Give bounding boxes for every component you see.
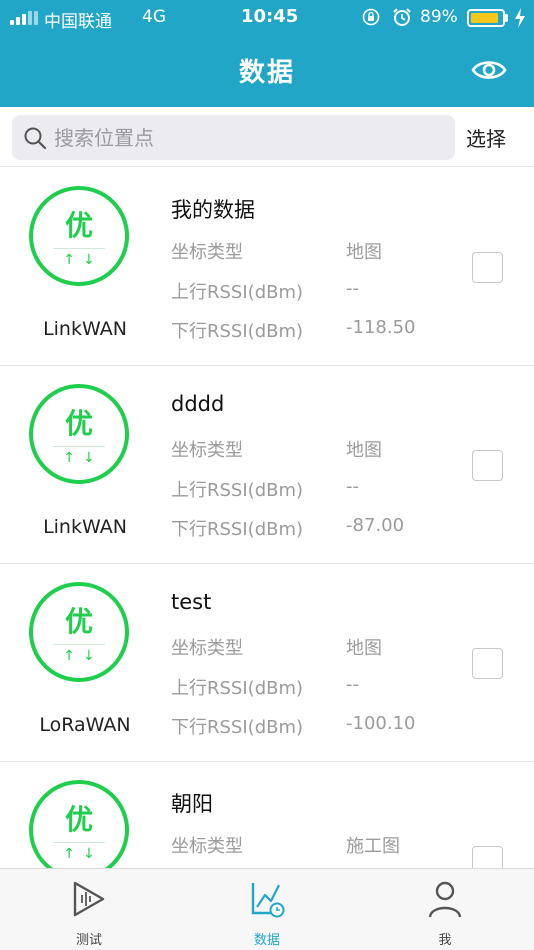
search-icon [24,127,47,150]
coord-type-label: 坐标类型 [171,836,243,857]
person-icon [428,881,462,918]
app-header: 中国联通 4G 10:45 89% 数据 [0,0,534,107]
carrier-name: 中国联通 [44,12,112,32]
item-name: dddd [171,392,225,416]
status-time: 10:45 [241,6,299,27]
up-down-arrow-icon: ↑↓ [63,648,103,664]
signal-grade-ring: 优 ↑↓ [29,186,129,286]
downlink-rssi-label: 下行RSSI(dBm) [171,519,304,540]
tab-label: 数据 [253,933,280,948]
uplink-rssi-label: 上行RSSI(dBm) [171,678,304,699]
status-bar: 中国联通 4G 10:45 89% [0,0,534,36]
coord-type-value: 地图 [346,638,382,659]
battery-percent: 89% [420,7,458,27]
downlink-rssi-label: 下行RSSI(dBm) [171,717,304,738]
item-name: 我的数据 [171,198,255,222]
uplink-rssi-label: 上行RSSI(dBm) [171,480,304,501]
up-down-arrow-icon: ↑↓ [63,846,103,862]
grade-label: 优 [64,407,93,440]
network-type: 4G [142,7,166,27]
coord-type-label: 坐标类型 [171,638,243,659]
charging-bolt-icon [515,8,525,28]
tab-test[interactable]: 测试 [29,869,149,950]
up-down-arrow-icon: ↑↓ [63,450,103,466]
tab-data[interactable]: 数据 [207,869,327,950]
search-input[interactable] [54,115,444,160]
coord-type-value: 地图 [346,440,382,461]
signal-grade-ring: 优 ↑↓ [29,582,129,682]
uplink-rssi-value: -- [346,674,359,695]
list-item[interactable]: 优 ↑↓ LinkWAN 我的数据 坐标类型 地图 上行RSSI(dBm) --… [0,168,534,366]
select-button[interactable]: 选择 [466,123,506,152]
item-name: test [171,590,212,614]
coord-type-label: 坐标类型 [171,242,243,263]
search-bar: 选择 [0,107,534,167]
coord-type-label: 坐标类型 [171,440,243,461]
list-item[interactable]: 优 ↑↓ LinkWAN dddd 坐标类型 地图 上行RSSI(dBm) --… [0,366,534,564]
coord-type-value: 施工图 [346,836,400,857]
chart-clock-icon [251,883,285,918]
select-checkbox[interactable] [472,450,503,481]
protocol-label: LoRaWAN [39,714,131,736]
coord-type-value: 地图 [346,242,382,263]
downlink-rssi-value: -118.50 [346,317,416,338]
play-test-icon [73,881,105,917]
lock-rotation-icon [362,8,380,26]
tab-bar: 测试 数据 我 [0,868,534,950]
signal-grade-ring: 优 ↑↓ [29,780,129,868]
uplink-rssi-value: -- [346,476,359,497]
tab-label: 我 [438,933,452,948]
grade-label: 优 [64,209,93,242]
tab-me[interactable]: 我 [385,869,505,950]
item-name: 朝阳 [171,792,213,816]
search-box[interactable] [12,115,455,160]
grade-label: 优 [64,803,93,836]
uplink-rssi-value: -- [346,278,359,299]
eye-icon[interactable] [471,57,507,83]
list-item[interactable]: 优 ↑↓ LoRaWAN test 坐标类型 地图 上行RSSI(dBm) --… [0,564,534,762]
up-down-arrow-icon: ↑↓ [63,252,103,268]
select-checkbox[interactable] [472,648,503,679]
tab-label: 测试 [75,933,102,948]
select-checkbox[interactable] [472,846,503,868]
signal-grade-ring: 优 ↑↓ [29,384,129,484]
battery-icon [467,9,505,27]
protocol-label: LinkWAN [43,318,127,340]
downlink-rssi-label: 下行RSSI(dBm) [171,321,304,342]
select-checkbox[interactable] [472,252,503,283]
downlink-rssi-value: -100.10 [346,713,416,734]
data-list: 优 ↑↓ LinkWAN 我的数据 坐标类型 地图 上行RSSI(dBm) --… [0,168,534,868]
protocol-label: LinkWAN [43,516,127,538]
alarm-icon [393,8,411,26]
downlink-rssi-value: -87.00 [346,515,405,536]
grade-label: 优 [64,605,93,638]
uplink-rssi-label: 上行RSSI(dBm) [171,282,304,303]
list-item[interactable]: 优 ↑↓ 朝阳 坐标类型 施工图 [0,762,534,868]
page-title: 数据 [238,58,295,88]
